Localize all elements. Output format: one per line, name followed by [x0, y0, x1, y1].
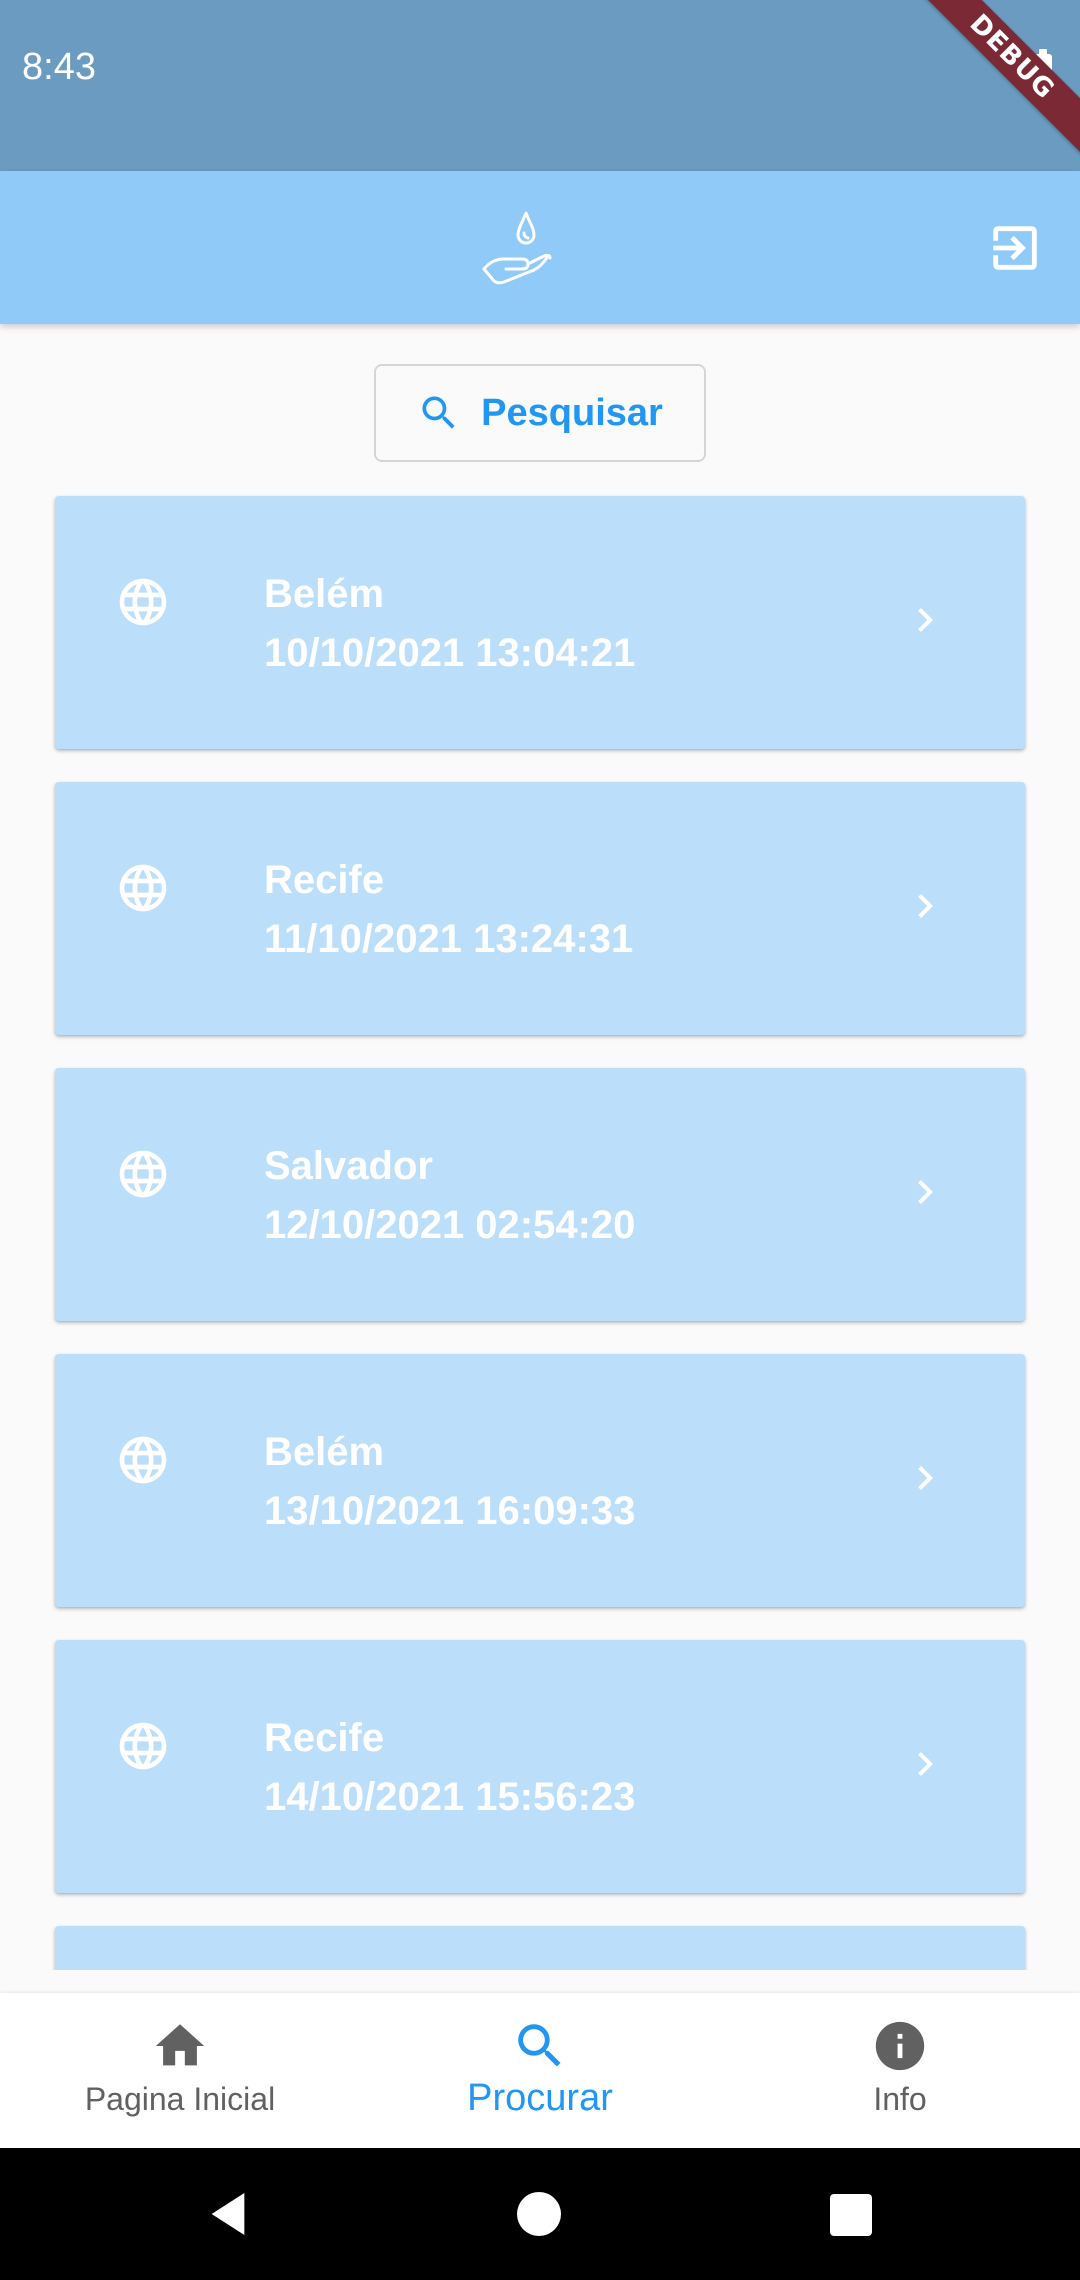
list-item[interactable] — [55, 1926, 1025, 1970]
chevron-right-icon — [918, 608, 933, 632]
chevron-right-icon — [918, 1466, 933, 1490]
item-city: Belém — [264, 572, 385, 616]
chevron-right-icon — [918, 1180, 933, 1204]
item-datetime: 14/10/2021 15:56:23 — [264, 1775, 636, 1819]
chevron-right-icon — [918, 894, 933, 918]
list-item[interactable]: Salvador 12/10/2021 02:54:20 — [55, 1068, 1025, 1321]
hand-water-drop-icon — [482, 211, 552, 285]
search-icon — [422, 396, 455, 429]
exit-to-app-icon[interactable] — [986, 219, 1044, 277]
globe-icon — [119, 864, 167, 912]
item-datetime: 13/10/2021 16:09:33 — [264, 1489, 636, 1533]
result-list[interactable]: Belém 10/10/2021 13:04:21 Recife 11/10/2… — [0, 488, 1080, 1970]
item-datetime: 12/10/2021 02:54:20 — [264, 1203, 636, 1247]
globe-icon — [119, 578, 167, 626]
list-item[interactable]: Recife 11/10/2021 13:24:31 — [55, 782, 1025, 1035]
nav-item-info[interactable]: Info — [720, 1993, 1080, 2148]
item-city: Salvador — [264, 1144, 433, 1188]
home-icon — [155, 2024, 205, 2066]
info-icon — [875, 2021, 925, 2071]
item-city: Belém — [264, 1430, 385, 1474]
item-city: Recife — [264, 1716, 385, 1760]
globe-icon — [119, 1436, 167, 1484]
globe-icon — [119, 1722, 167, 1770]
globe-icon — [119, 1150, 167, 1198]
debug-banner: DEBUG — [906, 0, 1080, 163]
status-time: 8:43 — [22, 46, 96, 88]
chevron-right-icon — [918, 1752, 933, 1776]
bottom-navigation: Pagina Inicial Procurar Info — [0, 1993, 1080, 2148]
search-button-label: Pesquisar — [481, 391, 663, 434]
nav-item-label: Pagina Inicial — [84, 2081, 276, 2117]
status-bar: 8:43 DEBUG — [0, 0, 1080, 171]
nav-item-label: Info — [873, 2081, 927, 2117]
recent-apps-icon[interactable] — [830, 2194, 872, 2236]
back-icon[interactable] — [200, 2186, 256, 2242]
item-datetime: 10/10/2021 13:04:21 — [264, 631, 636, 675]
search-button[interactable]: Pesquisar — [374, 364, 706, 462]
list-item[interactable]: Belém 13/10/2021 16:09:33 — [55, 1354, 1025, 1607]
list-item[interactable]: Recife 14/10/2021 15:56:23 — [55, 1640, 1025, 1893]
app-bar — [0, 171, 1080, 324]
nav-item-home[interactable]: Pagina Inicial — [0, 1993, 360, 2148]
list-item[interactable]: Belém 10/10/2021 13:04:21 — [55, 496, 1025, 749]
item-datetime: 11/10/2021 13:24:31 — [264, 917, 634, 961]
item-city: Recife — [264, 858, 385, 902]
nav-item-label: Procurar — [467, 2077, 613, 2119]
home-circle-icon[interactable] — [517, 2192, 561, 2236]
system-navigation-bar — [0, 2148, 1080, 2280]
nav-item-search[interactable]: Procurar — [360, 1993, 720, 2148]
search-icon — [518, 2024, 561, 2067]
